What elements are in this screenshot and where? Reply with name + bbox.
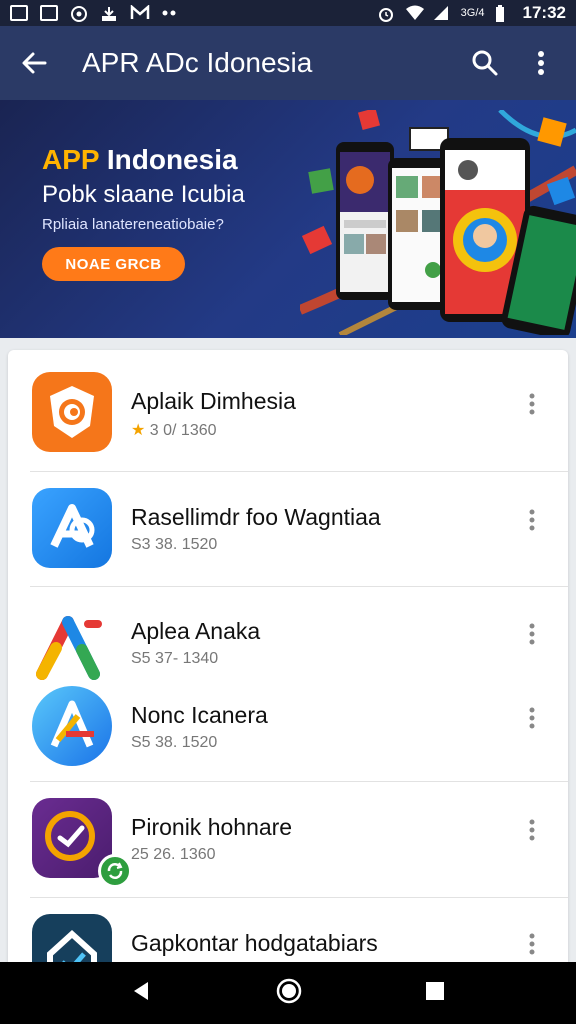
- more-options-icon[interactable]: [524, 390, 540, 420]
- app-name: Nonc Icanera: [131, 702, 268, 728]
- shield-camera-app-icon: [32, 372, 112, 452]
- battery-icon: [495, 5, 513, 22]
- more-options-icon[interactable]: [524, 704, 540, 734]
- promo-banner[interactable]: APP Indonesia Pobk slaane Icubia Rpliaia…: [0, 100, 576, 338]
- search-icon[interactable]: [468, 46, 502, 80]
- cell-signal-icon: [433, 5, 451, 21]
- app-store-a-icon: [32, 686, 112, 766]
- overflow-menu-icon[interactable]: [524, 46, 558, 80]
- alarm-icon: [377, 5, 395, 22]
- app-bar: APR ADc Idonesia: [0, 26, 576, 100]
- gmail-notification-icon: [130, 4, 150, 21]
- more-options-icon[interactable]: [524, 620, 540, 650]
- gallery-notification-icon: [10, 5, 28, 21]
- app-name: Gapkontar hodgatabiars: [131, 930, 378, 956]
- more-notifications-icon: [160, 5, 178, 21]
- status-bar: 3G/4 17:32: [0, 0, 576, 26]
- more-options-icon[interactable]: [524, 816, 540, 846]
- banner-subtitle: Pobk slaane Icubia: [42, 181, 245, 208]
- page-title: APR ADc Idonesia: [82, 47, 313, 78]
- more-options-icon[interactable]: [524, 930, 540, 960]
- at-notification-icon: [70, 5, 88, 22]
- banner-title: APP Indonesia: [42, 144, 238, 175]
- list-item[interactable]: Pironik hohnare 25 26. 1360: [8, 782, 568, 896]
- banner-cta-button[interactable]: NOAE GRCB: [42, 247, 185, 281]
- nav-home-icon[interactable]: [275, 977, 303, 1010]
- list-item[interactable]: Rasellimdr foo Wagntiaa S3 38. 1520: [8, 468, 568, 582]
- app-name: Aplea Anaka: [131, 618, 261, 644]
- app-list: Aplaik Dimhesia ★ 3 0/ 1360 Rasellimdr f…: [8, 350, 568, 970]
- system-nav-bar: [0, 962, 576, 1024]
- wifi-icon: [405, 5, 424, 21]
- back-arrow-icon[interactable]: [18, 46, 52, 80]
- letter-a-app-icon: [32, 488, 112, 568]
- download-notification-icon: [100, 5, 118, 21]
- sync-badge-icon: [98, 854, 132, 888]
- nav-back-icon[interactable]: [130, 979, 154, 1008]
- app-meta: S3 38. 1520: [131, 536, 218, 553]
- nav-recents-icon[interactable]: [424, 980, 446, 1007]
- app-meta: S5 38. 1520: [131, 734, 218, 751]
- more-options-icon[interactable]: [524, 506, 540, 536]
- status-time: 17:32: [522, 3, 566, 22]
- phones-illustration: [300, 110, 576, 335]
- app-name: Rasellimdr foo Wagntiaa: [131, 504, 381, 530]
- rating-star-icon: ★: [131, 422, 146, 439]
- app-name: Aplaik Dimhesia: [131, 388, 296, 414]
- message-notification-icon: [40, 5, 58, 21]
- app-meta: ★ 3 0/ 1360: [131, 422, 217, 439]
- app-meta: S5 37- 1340: [131, 650, 219, 667]
- banner-description: Rpliaia lanatereneatiobaie?: [42, 216, 224, 233]
- list-item[interactable]: Gapkontar hodgatabiars: [8, 898, 568, 970]
- app-name: Pironik hohnare: [131, 814, 293, 840]
- network-type-label: 3G/4: [460, 7, 485, 19]
- list-item[interactable]: Nonc Icanera S5 38. 1520: [8, 668, 568, 782]
- app-meta: 25 26. 1360: [131, 846, 216, 863]
- list-item[interactable]: Aplaik Dimhesia ★ 3 0/ 1360: [8, 350, 568, 464]
